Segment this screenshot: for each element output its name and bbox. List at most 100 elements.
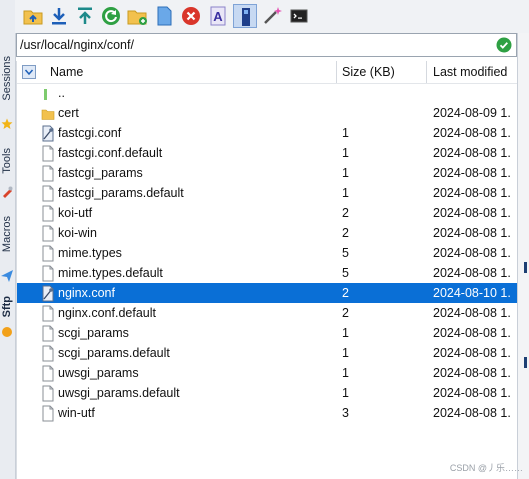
new-folder-button[interactable] bbox=[125, 4, 149, 28]
file-name: koi-win bbox=[58, 226, 97, 240]
file-name: mime.types bbox=[58, 246, 122, 260]
file-icon bbox=[41, 243, 55, 263]
magic-wand-button[interactable] bbox=[260, 4, 284, 28]
file-row[interactable]: fastcgi_params.default 1 2024-08-08 1. bbox=[17, 183, 518, 203]
paper-plane-icon bbox=[1, 270, 13, 282]
file-size bbox=[342, 83, 422, 103]
file-list: Name Size (KB) Last modified .. cert 2024-… bbox=[16, 61, 518, 479]
file-modified: 2024-08-08 1. bbox=[433, 406, 511, 420]
file-size: 1 bbox=[342, 346, 349, 360]
tab-sftp[interactable]: Sftp bbox=[0, 294, 15, 340]
file-modified: 2024-08-08 1. bbox=[433, 126, 511, 140]
file-name: koi-utf bbox=[58, 206, 93, 220]
tab-sessions[interactable]: Sessions bbox=[0, 54, 15, 134]
tab-macros-label: Macros bbox=[1, 216, 13, 253]
path-input[interactable] bbox=[20, 37, 490, 53]
new-file-button[interactable] bbox=[152, 4, 176, 28]
column-size[interactable]: Size (KB) bbox=[342, 61, 395, 83]
file-row[interactable]: scgi_params 1 2024-08-08 1. bbox=[17, 323, 518, 343]
file-name: fastcgi_params bbox=[58, 166, 143, 180]
file-row[interactable]: cert 2024-08-09 1. bbox=[17, 103, 518, 123]
column-separator[interactable] bbox=[336, 61, 337, 83]
file-size: 1 bbox=[342, 166, 349, 180]
file-name: fastcgi.conf.default bbox=[58, 146, 163, 160]
toolbar: A bbox=[15, 0, 529, 33]
side-tabs: Sessions Tools Macros Sftp bbox=[0, 0, 16, 479]
file-row[interactable]: mime.types 5 2024-08-08 1. bbox=[17, 243, 518, 263]
file-modified: 2024-08-09 1. bbox=[433, 106, 511, 120]
select-all-icon[interactable] bbox=[22, 65, 36, 79]
refresh-icon bbox=[102, 7, 120, 25]
file-icon bbox=[41, 363, 55, 383]
file-name: win-utf bbox=[58, 406, 95, 420]
tab-sessions-label: Sessions bbox=[1, 56, 13, 101]
file-modified: 2024-08-08 1. bbox=[433, 186, 511, 200]
scroll-marker bbox=[524, 262, 527, 273]
parent-folder-button[interactable] bbox=[21, 4, 45, 28]
file-icon bbox=[41, 383, 55, 403]
svg-text:A: A bbox=[213, 9, 223, 24]
file-row[interactable]: nginx.conf.default 2 2024-08-08 1. bbox=[17, 303, 518, 323]
file-size: 1 bbox=[342, 146, 349, 160]
file-row[interactable]: koi-utf 2 2024-08-08 1. bbox=[17, 203, 518, 223]
file-size: 1 bbox=[342, 386, 349, 400]
tab-sftp-label: Sftp bbox=[1, 296, 13, 318]
column-separator[interactable] bbox=[426, 61, 427, 83]
file-row[interactable]: scgi_params.default 1 2024-08-08 1. bbox=[17, 343, 518, 363]
bookmark-button[interactable] bbox=[233, 4, 257, 28]
terminal-button[interactable] bbox=[287, 4, 311, 28]
file-modified: 2024-08-08 1. bbox=[433, 166, 511, 180]
file-row[interactable]: fastcgi.conf 1 2024-08-08 1. bbox=[17, 123, 518, 143]
file-name: nginx.conf bbox=[58, 286, 115, 300]
column-name[interactable]: Name bbox=[50, 61, 83, 83]
folder-up-icon bbox=[23, 10, 43, 25]
file-modified: 2024-08-08 1. bbox=[433, 226, 511, 240]
file-modified: 2024-08-08 1. bbox=[433, 366, 511, 380]
file-name: uwsgi_params bbox=[58, 366, 139, 380]
file-icon bbox=[41, 223, 55, 243]
file-row[interactable]: uwsgi_params.default 1 2024-08-08 1. bbox=[17, 383, 518, 403]
refresh-button[interactable] bbox=[99, 4, 123, 28]
letter-a-icon: A bbox=[210, 6, 226, 26]
file-icon bbox=[41, 263, 55, 283]
config-file-icon bbox=[41, 123, 55, 143]
download-button[interactable] bbox=[47, 4, 71, 28]
file-list-header: Name Size (KB) Last modified bbox=[17, 61, 518, 84]
download-arrow-icon bbox=[52, 8, 66, 25]
upload-arrow-icon bbox=[78, 7, 92, 24]
file-size bbox=[342, 103, 422, 123]
file-modified: 2024-08-10 1. bbox=[433, 286, 511, 300]
file-modified: 2024-08-08 1. bbox=[433, 346, 511, 360]
file-row[interactable]: fastcgi.conf.default 1 2024-08-08 1. bbox=[17, 143, 518, 163]
folder-icon bbox=[41, 103, 55, 123]
file-row[interactable]: win-utf 3 2024-08-08 1. bbox=[17, 403, 518, 423]
column-last-modified[interactable]: Last modified bbox=[433, 61, 507, 83]
new-file-icon bbox=[157, 6, 172, 26]
file-name: fastcgi.conf bbox=[58, 126, 122, 140]
delete-button[interactable] bbox=[179, 4, 203, 28]
file-name: fastcgi_params.default bbox=[58, 186, 184, 200]
file-icon bbox=[41, 403, 55, 423]
file-row[interactable]: .. bbox=[17, 83, 518, 103]
delete-icon bbox=[182, 7, 200, 25]
file-name: scgi_params bbox=[58, 326, 129, 340]
file-row[interactable]: uwsgi_params 1 2024-08-08 1. bbox=[17, 363, 518, 383]
file-size: 3 bbox=[342, 406, 349, 420]
file-row[interactable]: nginx.conf 2 2024-08-10 1. bbox=[17, 283, 518, 303]
file-size: 2 bbox=[342, 286, 349, 300]
file-size: 5 bbox=[342, 246, 349, 260]
tab-tools-label: Tools bbox=[1, 148, 13, 174]
sftp-icon bbox=[2, 327, 12, 337]
file-row[interactable]: koi-win 2 2024-08-08 1. bbox=[17, 223, 518, 243]
file-row[interactable]: mime.types.default 5 2024-08-08 1. bbox=[17, 263, 518, 283]
upload-button[interactable] bbox=[73, 4, 97, 28]
file-modified: 2024-08-08 1. bbox=[433, 266, 511, 280]
file-name: cert bbox=[58, 106, 79, 120]
file-name: mime.types.default bbox=[58, 266, 163, 280]
tools-icon bbox=[3, 186, 13, 198]
tab-tools[interactable]: Tools bbox=[0, 142, 15, 204]
check-icon[interactable] bbox=[496, 37, 512, 53]
text-mode-button[interactable]: A bbox=[206, 4, 230, 28]
tab-macros[interactable]: Macros bbox=[0, 212, 15, 288]
file-row[interactable]: fastcgi_params 1 2024-08-08 1. bbox=[17, 163, 518, 183]
